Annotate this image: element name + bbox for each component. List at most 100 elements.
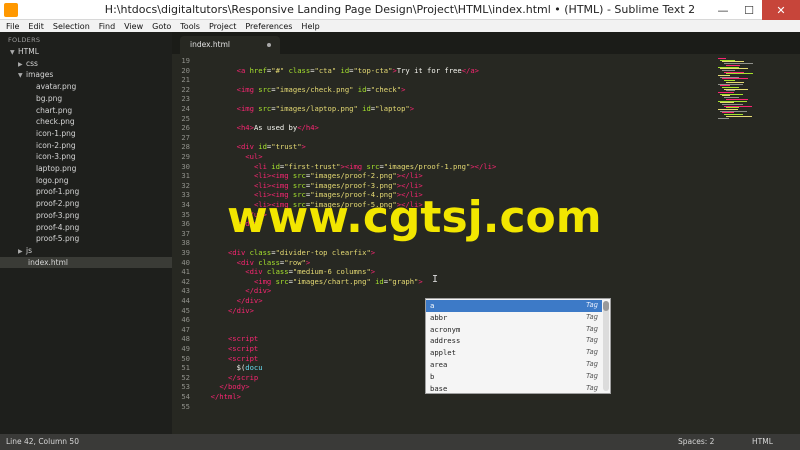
menu-preferences[interactable]: Preferences	[245, 22, 292, 31]
code-line[interactable]: <a href="#" class="cta" id="top-cta">Try…	[202, 66, 479, 76]
menu-selection[interactable]: Selection	[53, 22, 90, 31]
menu-tools[interactable]: Tools	[180, 22, 200, 31]
line-number: 41	[181, 267, 190, 277]
menu-project[interactable]: Project	[209, 22, 236, 31]
sidebar-item-bg-png[interactable]: bg.png	[36, 93, 62, 104]
code-line[interactable]: <div class="medium-6 columns">	[202, 267, 375, 277]
autocomplete-item-base[interactable]: base Tag	[426, 383, 602, 395]
autocomplete-item-label: a	[430, 301, 435, 310]
autocomplete-popup[interactable]: a Tag abbr Tag acronym Tag address Tag applet Tag…	[425, 298, 611, 394]
menu-view[interactable]: View	[124, 22, 143, 31]
line-number: 47	[181, 324, 190, 334]
indentation-setting[interactable]: Spaces: 2	[678, 434, 714, 450]
code-line[interactable]: <li><img src="images/proof-3.png"></li>	[202, 181, 423, 191]
code-line[interactable]: <h4>As used by</h4>	[202, 123, 319, 133]
menu-edit[interactable]: Edit	[28, 22, 44, 31]
sidebar-item-label: chart.png	[36, 105, 73, 115]
menu-help[interactable]: Help	[301, 22, 319, 31]
sidebar-item-label: icon-1.png	[36, 128, 76, 138]
sidebar-item-avatar-png[interactable]: avatar.png	[36, 81, 76, 92]
code-line[interactable]: </div>	[202, 306, 254, 316]
tab-index-html[interactable]: index.html	[180, 36, 280, 54]
autocomplete-item-label: base	[430, 383, 448, 393]
sidebar-item-proof-4-png[interactable]: proof-4.png	[36, 222, 79, 233]
sidebar-item-icon-1-png[interactable]: icon-1.png	[36, 128, 76, 139]
minimap-line	[726, 115, 752, 117]
expanded-arrow-icon[interactable]: ▼	[10, 47, 18, 58]
code-line[interactable]: <li><img src="images/proof-2.png"></li>	[202, 171, 423, 181]
sidebar-item-icon-2-png[interactable]: icon-2.png	[36, 140, 76, 151]
tab-bar: index.html	[172, 32, 800, 54]
sidebar: FOLDERS ▼ HTML ▶ css ▼ images avatar.png bg.png…	[0, 32, 172, 434]
status-bar: Line 42, Column 50 Spaces: 2 HTML	[0, 434, 800, 450]
collapsed-arrow-icon[interactable]: ▶	[18, 59, 26, 70]
autocomplete-item-abbr[interactable]: abbr Tag	[426, 312, 602, 324]
code-line[interactable]: </div>	[202, 286, 271, 296]
code-line[interactable]: </div>	[202, 296, 263, 306]
line-number: 33	[181, 190, 190, 200]
menu-bar: File Edit Selection Find View Goto Tools…	[0, 20, 800, 32]
autocomplete-item-kind: Tag	[586, 312, 598, 321]
sidebar-item-logo-png[interactable]: logo.png	[36, 175, 69, 186]
unsaved-dot-icon[interactable]	[267, 43, 271, 47]
sidebar-item-proof-2-png[interactable]: proof-2.png	[36, 198, 79, 209]
sidebar-item-proof-1-png[interactable]: proof-1.png	[36, 186, 79, 197]
line-number: 28	[181, 142, 190, 152]
minimap[interactable]	[712, 54, 800, 434]
autocomplete-item-applet[interactable]: applet Tag	[426, 347, 602, 359]
expanded-arrow-icon[interactable]: ▼	[18, 70, 26, 81]
maximize-button[interactable]: ☐	[736, 0, 762, 20]
sidebar-item-proof-3-png[interactable]: proof-3.png	[36, 210, 79, 221]
autocomplete-item-label: acronym	[430, 324, 461, 334]
cursor-position: Line 42, Column 50	[6, 437, 79, 446]
sidebar-item-label: proof-4.png	[36, 222, 80, 232]
collapsed-arrow-icon[interactable]: ▶	[18, 246, 26, 257]
menu-file[interactable]: File	[6, 22, 19, 31]
sidebar-item-label: proof-3.png	[36, 210, 80, 220]
line-number: 45	[181, 305, 190, 315]
autocomplete-item-a[interactable]: a Tag	[426, 300, 602, 312]
autocomplete-item-acronym[interactable]: acronym Tag	[426, 324, 602, 336]
code-line[interactable]: <div id="trust">	[202, 142, 306, 152]
sidebar-item-proof-5-png[interactable]: proof-5.png	[36, 233, 79, 244]
close-button[interactable]: ✕	[762, 0, 800, 20]
code-line[interactable]: </body>	[202, 382, 249, 392]
code-line[interactable]: <li id="first-trust"><img src="images/pr…	[202, 162, 496, 172]
code-line[interactable]: <div class="divider-top clearfix">	[202, 248, 375, 258]
sidebar-item-chart-png[interactable]: chart.png	[36, 105, 72, 116]
autocomplete-scrollbar[interactable]	[603, 301, 609, 391]
code-line[interactable]: <img src="images/check.png" id="check">	[202, 85, 406, 95]
code-line[interactable]: <script	[202, 344, 258, 354]
syntax-setting[interactable]: HTML	[752, 434, 773, 450]
sidebar-item-label: icon-2.png	[36, 140, 76, 150]
code-line[interactable]: </scrip	[202, 373, 258, 383]
line-number: 55	[181, 401, 190, 411]
sidebar-item-laptop-png[interactable]: laptop.png	[36, 163, 76, 174]
line-number: 20	[181, 65, 190, 75]
code-line[interactable]: <img src="images/chart.png" id="graph">	[202, 277, 423, 287]
sidebar-item-index-html[interactable]: index.html	[0, 256, 172, 268]
sidebar-item-js[interactable]: ▶ js	[18, 245, 32, 256]
code-line[interactable]: <script	[202, 334, 258, 344]
sidebar-item-css[interactable]: ▶ css	[18, 58, 38, 69]
sidebar-item-html[interactable]: ▼ HTML	[10, 46, 39, 57]
minimize-button[interactable]: —	[710, 0, 736, 20]
autocomplete-item-address[interactable]: address Tag	[426, 335, 602, 347]
autocomplete-scroll-thumb[interactable]	[603, 301, 609, 311]
autocomplete-item-b[interactable]: b Tag	[426, 371, 602, 383]
sidebar-item-icon-3-png[interactable]: icon-3.png	[36, 151, 76, 162]
code-line[interactable]: <ul>	[202, 152, 262, 162]
menu-goto[interactable]: Goto	[152, 22, 171, 31]
sidebar-item-images[interactable]: ▼ images	[18, 69, 53, 80]
sidebar-item-check-png[interactable]: check.png	[36, 116, 75, 127]
autocomplete-item-area[interactable]: area Tag	[426, 359, 602, 371]
autocomplete-item-label: applet	[430, 348, 456, 358]
minimap-line	[718, 117, 729, 119]
code-line[interactable]: <img src="images/laptop.png" id="laptop"…	[202, 104, 414, 114]
code-line[interactable]: <div class="row">	[202, 258, 311, 268]
menu-find[interactable]: Find	[99, 22, 115, 31]
code-line[interactable]: $(docu	[202, 363, 263, 373]
line-number: 35	[181, 209, 190, 219]
code-line[interactable]: <script	[202, 354, 258, 364]
code-line[interactable]: </html>	[202, 392, 241, 402]
